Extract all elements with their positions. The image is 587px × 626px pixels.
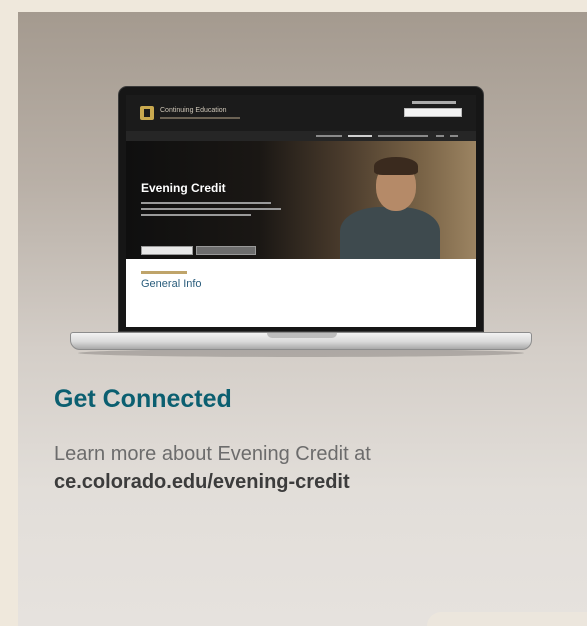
- laptop-notch: [267, 333, 337, 338]
- evening-credit-link[interactable]: ce.colorado.edu/evening-credit: [54, 471, 350, 494]
- screen-nav-item: [450, 135, 458, 137]
- laptop-shadow: [78, 349, 524, 357]
- cu-logo-icon: [140, 106, 154, 120]
- screen-section-heading: General Info: [141, 278, 202, 290]
- screen-search-box: [404, 108, 462, 117]
- laptop-bezel: Continuing Education Evening Credit Gene…: [118, 86, 484, 332]
- student-photo-body: [340, 207, 440, 267]
- laptop-screen: Continuing Education Evening Credit Gene…: [126, 95, 476, 327]
- screen-tab: [196, 246, 256, 255]
- screen-nav-item: [348, 135, 372, 137]
- screen-nav-item: [316, 135, 342, 137]
- promo-card: Continuing Education Evening Credit Gene…: [18, 12, 587, 626]
- card-corner: [427, 612, 587, 626]
- screen-nav: [126, 131, 476, 141]
- screen-hero-text-line: [141, 208, 281, 210]
- screen-header: Continuing Education: [126, 95, 476, 131]
- screen-brand: Continuing Education: [160, 107, 227, 114]
- screen-hero-text-line: [141, 202, 271, 204]
- screen-hero: Evening Credit: [126, 141, 476, 267]
- screen-brand-subline: [160, 117, 240, 119]
- laptop-base: [70, 332, 532, 350]
- student-photo-hair: [374, 157, 418, 175]
- screen-hero-text-line: [141, 214, 251, 216]
- screen-search-label: [412, 101, 456, 104]
- screen-content-kicker: [141, 271, 187, 274]
- screen-tabs: [141, 246, 256, 256]
- screen-nav-item: [436, 135, 444, 137]
- card-body-text: Learn more about Evening Credit at: [54, 443, 371, 465]
- screen-hero-title: Evening Credit: [141, 181, 226, 195]
- laptop-image: Continuing Education Evening Credit Gene…: [70, 86, 532, 358]
- screen-content: General Info: [126, 259, 476, 327]
- card-title: Get Connected: [54, 385, 232, 413]
- screen-nav-item: [378, 135, 428, 137]
- screen-tab: [141, 246, 193, 255]
